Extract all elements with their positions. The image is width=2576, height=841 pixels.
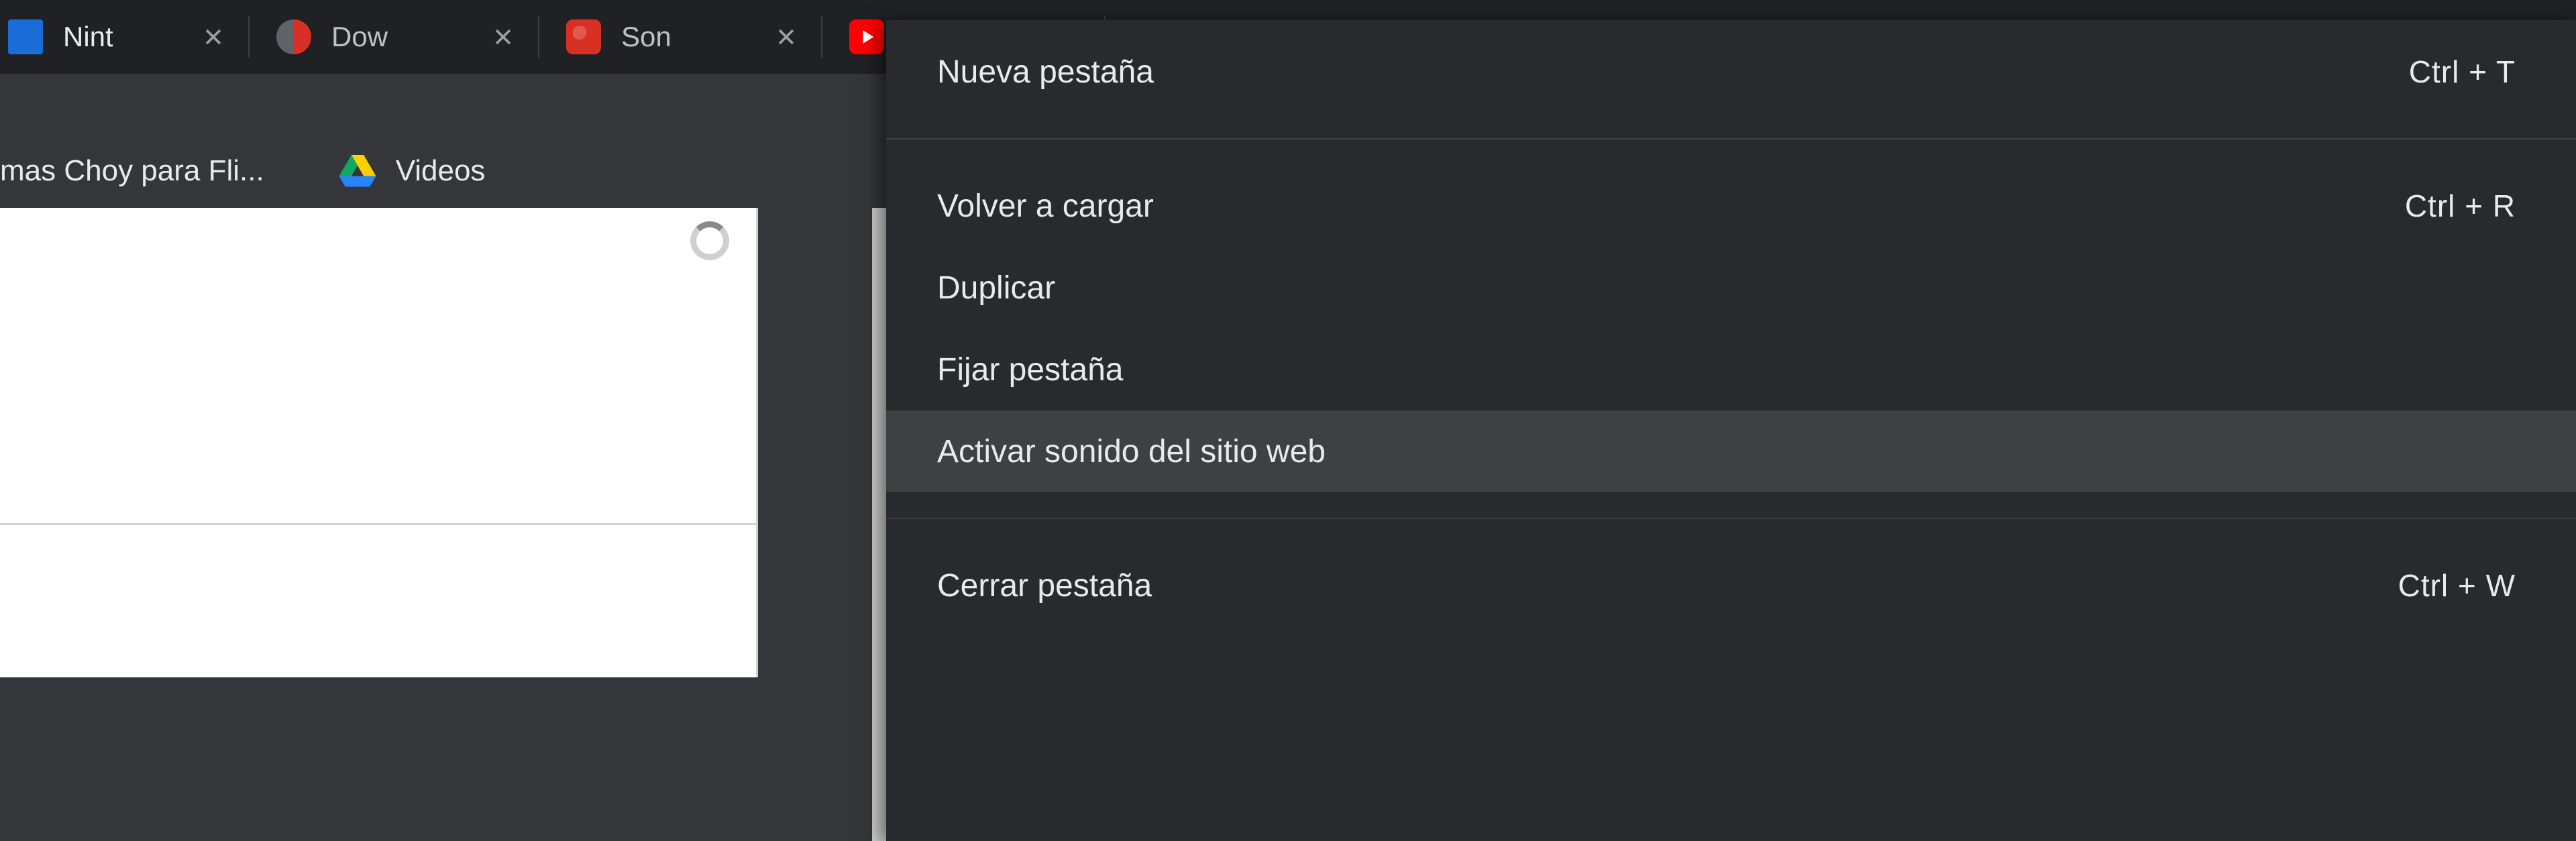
youtube-icon [849,19,884,54]
loading-spinner-icon [690,221,729,260]
menu-close-tab[interactable]: Cerrar pestaña Ctrl + W [886,545,2576,626]
tab-downloads[interactable]: Dow [250,0,538,74]
menu-reload[interactable]: Volver a cargar Ctrl + R [886,165,2576,247]
tab-msi[interactable]: Son [539,0,821,74]
bookmark-videos[interactable]: Videos [338,154,513,188]
menu-shortcut: Ctrl + W [2398,567,2516,604]
menu-label: Duplicar [937,270,1055,306]
menu-unmute-site[interactable]: Activar sonido del sitio web [886,410,2576,492]
menu-label: Volver a cargar [937,188,1154,225]
content-area [0,208,872,841]
tab-title: Son [621,21,755,53]
menu-separator [886,518,2576,519]
menu-label: Fijar pestaña [937,351,1123,388]
tab-close-button[interactable] [488,22,518,52]
ccleaner-icon [276,19,311,54]
menu-pin-tab[interactable]: Fijar pestaña [886,329,2576,410]
tab-close-button[interactable] [199,22,228,52]
menu-shortcut: Ctrl + T [2409,54,2516,90]
tab-title: Nint [63,21,182,53]
bookmark-label: Videos [396,154,486,188]
menu-shortcut: Ctrl + R [2405,188,2516,224]
bookmark-label: mas Choy para Fli... [0,154,264,188]
tab-title: Dow [331,21,472,53]
msi-icon [566,19,601,54]
menu-label: Activar sonido del sitio web [937,433,1326,470]
tab-close-button[interactable] [771,22,801,52]
menu-label: Cerrar pestaña [937,567,1152,604]
bookmark-choy[interactable]: mas Choy para Fli... [0,154,291,188]
google-drive-icon [338,155,377,187]
menu-separator [886,138,2576,139]
favicon-blue-icon [8,19,43,54]
tab-nintendo[interactable]: Nint [0,0,248,74]
bookmarks-bar: mas Choy para Fli... Videos [0,134,512,208]
menu-label: Nueva pestaña [937,54,1154,91]
tab-context-menu: Nueva pestaña Ctrl + T Volver a cargar C… [886,20,2576,841]
menu-new-tab[interactable]: Nueva pestaña Ctrl + T [886,31,2576,113]
content-panel [0,208,758,677]
menu-duplicate[interactable]: Duplicar [886,247,2576,329]
